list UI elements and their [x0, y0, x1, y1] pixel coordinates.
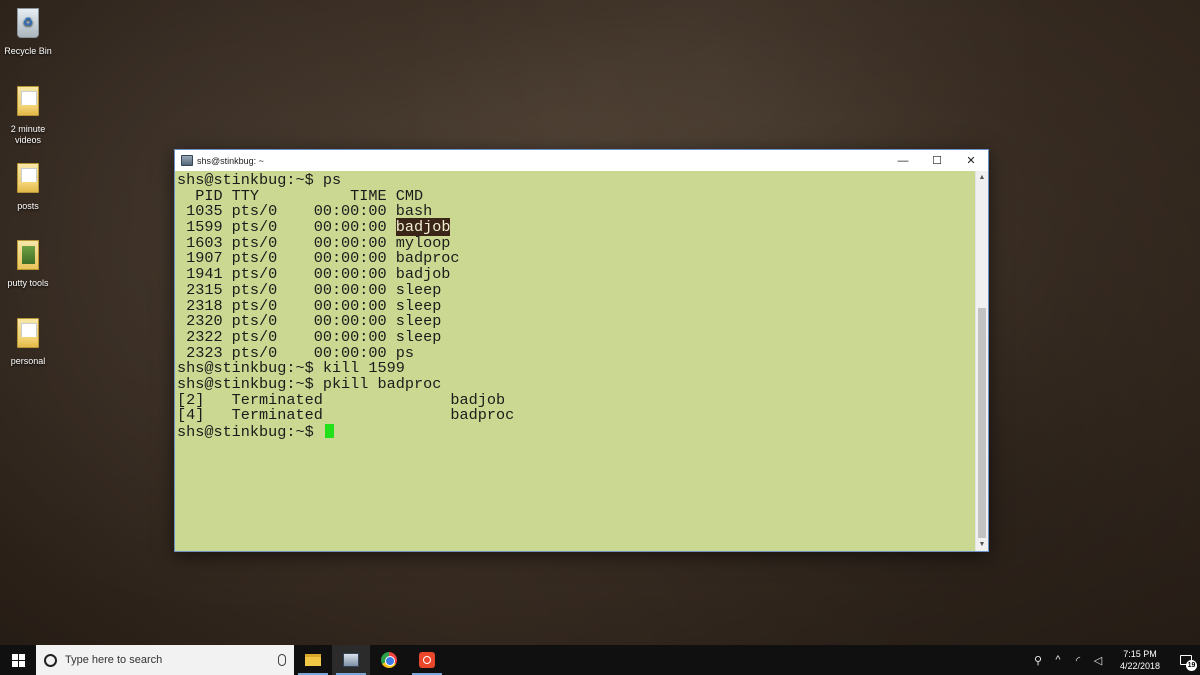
desktop-icon-label: putty tools [7, 278, 49, 288]
maximize-button[interactable]: ☐ [920, 150, 954, 171]
system-tray: ⚲ ^ ◜ ◁ 7:15 PM 4/22/2018 19 [1028, 645, 1200, 675]
recycle-bin-icon [14, 8, 42, 42]
desktop-icon-2-minute-videos[interactable]: 2 minute videos [0, 86, 56, 146]
minimize-button[interactable]: — [886, 150, 920, 171]
microphone-icon[interactable] [278, 654, 286, 666]
terminal-line: shs@stinkbug:~$ [177, 424, 975, 440]
folder-icon [14, 86, 42, 120]
terminal-line: [4] Terminated badproc [177, 406, 975, 425]
desktop-icon-label: posts [17, 201, 39, 211]
desktop-icon-recycle-bin[interactable]: Recycle Bin [0, 8, 56, 57]
file-explorer-icon [305, 654, 321, 666]
volume-icon[interactable]: ◁ [1088, 654, 1108, 667]
vertical-scrollbar[interactable]: ▲ ▼ [975, 171, 988, 551]
putty-window[interactable]: shs@stinkbug: ~ — ☐ ✕ shs@stinkbug:~$ ps… [174, 149, 989, 552]
terminal-line-text: [4] Terminated badproc [177, 406, 515, 425]
chevron-up-icon[interactable]: ^ [1048, 654, 1068, 666]
folder-icon [14, 163, 42, 197]
taskbar-putty[interactable] [332, 645, 370, 675]
desktop-icon-personal[interactable]: personal [0, 318, 56, 367]
windows-logo-icon [11, 653, 25, 667]
camera-icon [419, 652, 435, 668]
putty-folder-icon [14, 240, 42, 274]
network-icon[interactable]: ◜ [1068, 654, 1088, 667]
taskbar-search-box[interactable]: Type here to search [36, 645, 294, 675]
taskbar-file-explorer[interactable] [294, 645, 332, 675]
start-button[interactable] [0, 645, 36, 675]
taskbar-chrome[interactable] [370, 645, 408, 675]
desktop-icon-label: personal [10, 356, 46, 366]
putty-icon [343, 653, 359, 667]
clock-date: 4/22/2018 [1119, 661, 1161, 671]
scroll-up-icon[interactable]: ▲ [976, 171, 988, 184]
people-icon[interactable]: ⚲ [1028, 654, 1048, 667]
window-titlebar[interactable]: shs@stinkbug: ~ — ☐ ✕ [175, 150, 988, 171]
desktop-icon-posts[interactable]: posts [0, 163, 56, 212]
putty-icon [181, 155, 193, 166]
chrome-icon [381, 652, 397, 668]
scroll-down-icon[interactable]: ▼ [976, 538, 988, 551]
taskbar-camera-app[interactable] [408, 645, 446, 675]
terminal-output[interactable]: shs@stinkbug:~$ ps PID TTY TIME CMD 1035… [175, 171, 975, 551]
action-center-button[interactable]: 19 [1172, 645, 1200, 675]
desktop-icon-label: Recycle Bin [4, 46, 52, 56]
search-placeholder: Type here to search [65, 654, 163, 666]
desktop-icon-label: 2 minute videos [10, 124, 46, 145]
close-button[interactable]: ✕ [954, 150, 988, 171]
terminal-cursor [324, 424, 334, 438]
terminal-line-text: shs@stinkbug:~$ [177, 423, 323, 441]
window-title: shs@stinkbug: ~ [197, 155, 264, 166]
clock-time: 7:15 PM [1123, 649, 1157, 659]
cortana-icon [44, 653, 57, 667]
desktop-icon-putty-tools[interactable]: putty tools [0, 240, 56, 289]
folder-icon [14, 318, 42, 352]
clock[interactable]: 7:15 PM 4/22/2018 [1108, 648, 1172, 672]
taskbar: Type here to search ⚲ ^ ◜ ◁ 7:15 PM 4/22… [0, 645, 1200, 675]
scroll-thumb[interactable] [978, 308, 986, 538]
notification-badge: 19 [1186, 660, 1197, 671]
